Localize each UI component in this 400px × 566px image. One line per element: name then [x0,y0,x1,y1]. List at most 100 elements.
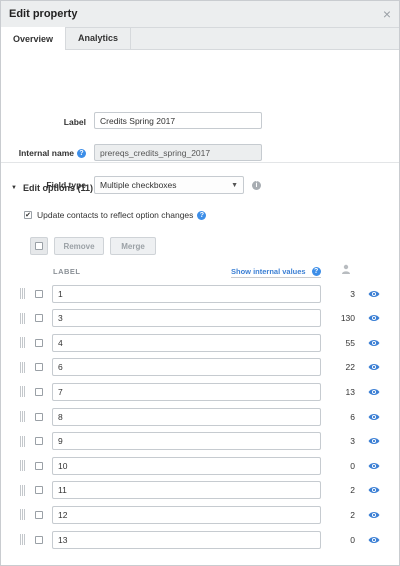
info-icon[interactable]: i [252,181,261,190]
option-label-input[interactable]: 6 [52,358,321,377]
option-checkbox[interactable] [35,338,43,347]
option-label-input[interactable]: 8 [52,407,321,426]
eye-icon[interactable] [368,437,380,445]
option-row: 6 22 [1,358,399,377]
drag-handle-icon[interactable] [20,509,25,521]
option-row: 12 2 [1,505,399,524]
drag-handle-icon[interactable] [20,484,25,496]
option-checkbox[interactable] [35,486,43,495]
eye-icon[interactable] [368,314,380,322]
option-label-input[interactable]: 13 [52,530,321,549]
remove-button[interactable]: Remove [54,237,104,255]
drag-handle-icon[interactable] [20,435,25,447]
merge-button[interactable]: Merge [110,237,156,255]
option-contact-count: 13 [345,386,355,397]
edit-options-toggle[interactable]: ▼ Edit options (11) [11,183,93,193]
option-row: 86 [1,407,399,426]
option-row: 13 0 [1,530,399,549]
option-checkbox[interactable] [35,314,43,323]
show-internal-label: Show internal values [231,267,306,276]
title-bar: Edit property × [1,1,399,28]
tab-analytics[interactable]: Analytics [66,27,132,49]
property-form: Label Credits Spring 2017 Internal name … [1,50,399,194]
option-contact-count: 22 [345,362,355,373]
eye-icon[interactable] [368,290,380,298]
option-row: 13 [1,284,399,303]
option-checkbox[interactable] [35,289,43,298]
option-checkbox[interactable] [35,387,43,396]
drag-handle-icon[interactable] [20,411,25,422]
label-text: Label [63,117,86,127]
options-toolbar: Remove Merge [30,237,156,255]
eye-icon[interactable] [368,363,380,371]
option-row: 4 55 [1,333,399,352]
option-row: 93 [1,432,399,451]
option-contact-count: 3 [350,288,355,299]
tab-bar: Overview Analytics [1,27,399,50]
eye-icon[interactable] [368,339,380,347]
option-row: 3 130 [1,309,399,328]
label-field-label: Label [64,117,86,127]
label-input[interactable]: Credits Spring 2017 [94,112,262,129]
internal-name-label: Internal name ? [19,148,86,158]
option-label-input[interactable]: 1 [52,284,321,303]
eye-icon[interactable] [368,388,380,396]
option-contact-count: 55 [345,337,355,348]
help-icon[interactable]: ? [311,267,321,276]
show-internal-values-link[interactable]: Show internal values ? [231,267,321,278]
update-contacts-label: Update contacts to reflect option change… [37,210,194,220]
drag-handle-icon[interactable] [20,288,25,299]
user-icon [342,264,350,274]
option-contact-count: 3 [350,436,355,447]
dialog-title: Edit property [9,8,78,20]
label-column-header: LABEL [53,267,81,276]
option-label-input[interactable]: 4 [52,333,321,352]
drag-handle-icon[interactable] [20,361,25,373]
option-checkbox[interactable] [35,510,43,519]
drag-handle-icon[interactable] [20,460,25,472]
tab-overview[interactable]: Overview [1,27,67,50]
option-contact-count: 130 [340,313,355,324]
option-label-input[interactable]: 12 [52,505,321,524]
drag-handle-icon[interactable] [20,337,25,349]
drag-handle-icon[interactable] [20,386,25,398]
update-contacts-row: ✔ Update contacts to reflect option chan… [24,210,207,220]
eye-icon[interactable] [368,486,380,494]
option-checkbox[interactable] [35,535,43,544]
option-contact-count: 0 [350,534,355,545]
option-checkbox[interactable] [35,437,43,446]
update-contacts-checkbox[interactable]: ✔ [24,211,32,219]
option-row: 10 0 [1,456,399,475]
internal-name-field[interactable]: prereqs_credits_spring_2017 [94,144,262,161]
help-icon[interactable]: ? [77,148,86,158]
option-label-input[interactable]: 10 [52,456,321,475]
internal-name-text: Internal name [18,148,74,158]
eye-icon[interactable] [368,413,380,421]
option-label-input[interactable]: 7 [52,382,321,401]
option-checkbox[interactable] [35,363,43,372]
option-contact-count: 2 [350,509,355,520]
eye-icon[interactable] [368,462,380,470]
option-contact-count: 2 [350,485,355,496]
option-checkbox[interactable] [35,412,43,421]
option-row: 7 13 [1,382,399,401]
option-label-input[interactable]: 9 [52,432,321,451]
eye-icon[interactable] [368,536,380,544]
option-label-input[interactable]: 11 [52,481,321,500]
select-all-button[interactable] [30,237,48,255]
option-contact-count: 6 [350,411,355,422]
drag-handle-icon[interactable] [20,312,25,324]
option-checkbox[interactable] [35,461,43,470]
field-type-select[interactable]: Multiple checkboxes ▼ [94,176,244,194]
option-label-input[interactable]: 3 [52,309,321,328]
drag-handle-icon[interactable] [20,534,25,545]
help-icon[interactable]: ? [197,210,207,220]
edit-options-heading: Edit options (11) [22,183,93,193]
field-type-value: Multiple checkboxes [100,180,177,190]
collapse-triangle-icon: ▼ [11,185,17,191]
option-contact-count: 0 [350,460,355,471]
chevron-down-icon: ▼ [231,181,238,189]
close-icon[interactable]: × [383,7,391,21]
eye-icon[interactable] [368,511,380,519]
edit-property-dialog: Edit property × Overview Analytics Label… [0,0,400,566]
